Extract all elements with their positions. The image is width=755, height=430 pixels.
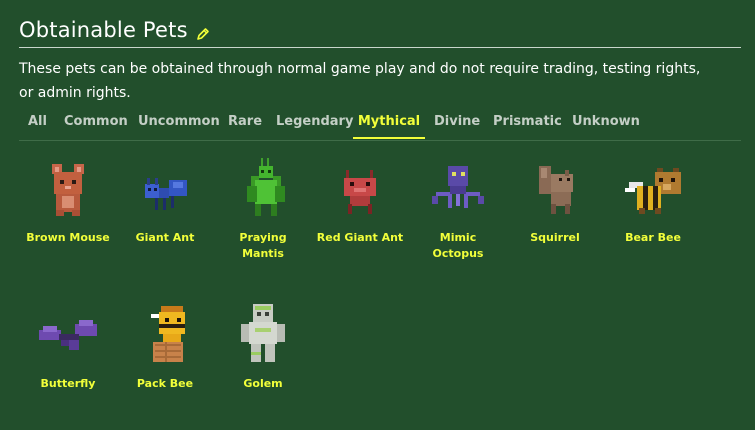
tab-unknown[interactable]: Unknown	[572, 110, 640, 139]
pet-card-squirrel[interactable]: Squirrel	[510, 160, 600, 246]
tab-mythical[interactable]: Mythical	[353, 110, 425, 139]
tab-legendary[interactable]: Legendary	[276, 110, 353, 139]
tab-uncommon[interactable]: Uncommon	[138, 110, 220, 139]
bear-bee-icon	[625, 168, 681, 214]
page-title: Obtainable Pets	[19, 18, 188, 42]
tab-rare[interactable]: Rare	[228, 110, 262, 139]
pet-card-pack-bee[interactable]: Pack Bee	[120, 304, 210, 392]
pet-card-red-giant-ant[interactable]: Red Giant Ant	[315, 160, 405, 246]
pet-name: Red Giant Ant	[316, 231, 404, 244]
pet-card-mimic-octopus[interactable]: Mimic Octopus	[413, 160, 503, 262]
pack-bee-icon	[151, 306, 185, 362]
pet-name: Squirrel	[530, 231, 580, 244]
pet-name: Praying Mantis	[239, 231, 287, 260]
mimic-octopus-icon	[432, 166, 484, 208]
page-description: These pets can be obtained through norma…	[19, 61, 701, 101]
butterfly-icon	[39, 320, 97, 350]
title-divider	[19, 47, 741, 48]
pet-name: Golem	[243, 377, 283, 390]
pet-card-praying-mantis[interactable]: Praying Mantis	[218, 156, 308, 262]
pet-card-giant-ant[interactable]: Giant Ant	[120, 160, 210, 246]
pet-name: Pack Bee	[136, 377, 194, 390]
pet-name: Mimic Octopus	[432, 231, 484, 260]
red-giant-ant-icon	[344, 170, 376, 214]
pet-name: Brown Mouse	[26, 231, 110, 244]
tab-common[interactable]: Common	[64, 110, 128, 139]
page-header: Obtainable Pets	[19, 14, 741, 48]
pet-card-brown-mouse[interactable]: Brown Mouse	[23, 160, 113, 246]
brown-mouse-icon	[52, 164, 84, 216]
pet-card-butterfly[interactable]: Butterfly	[23, 306, 113, 392]
golem-icon	[241, 304, 285, 362]
tab-all[interactable]: All	[28, 110, 47, 139]
squirrel-icon	[539, 166, 573, 214]
pet-card-bear-bee[interactable]: Bear Bee	[608, 160, 698, 246]
praying-mantis-icon	[247, 158, 285, 216]
rarity-tabs: All Common Uncommon Rare Legendary Mythi…	[19, 110, 741, 141]
pet-name: Butterfly	[40, 377, 96, 390]
tab-prismatic[interactable]: Prismatic	[493, 110, 562, 139]
pet-card-golem[interactable]: Golem	[218, 302, 308, 392]
pet-name: Bear Bee	[625, 231, 681, 244]
pencil-icon[interactable]	[196, 26, 210, 40]
tab-divine[interactable]: Divine	[434, 110, 480, 139]
pet-name: Giant Ant	[135, 231, 195, 244]
giant-ant-icon	[145, 178, 187, 210]
